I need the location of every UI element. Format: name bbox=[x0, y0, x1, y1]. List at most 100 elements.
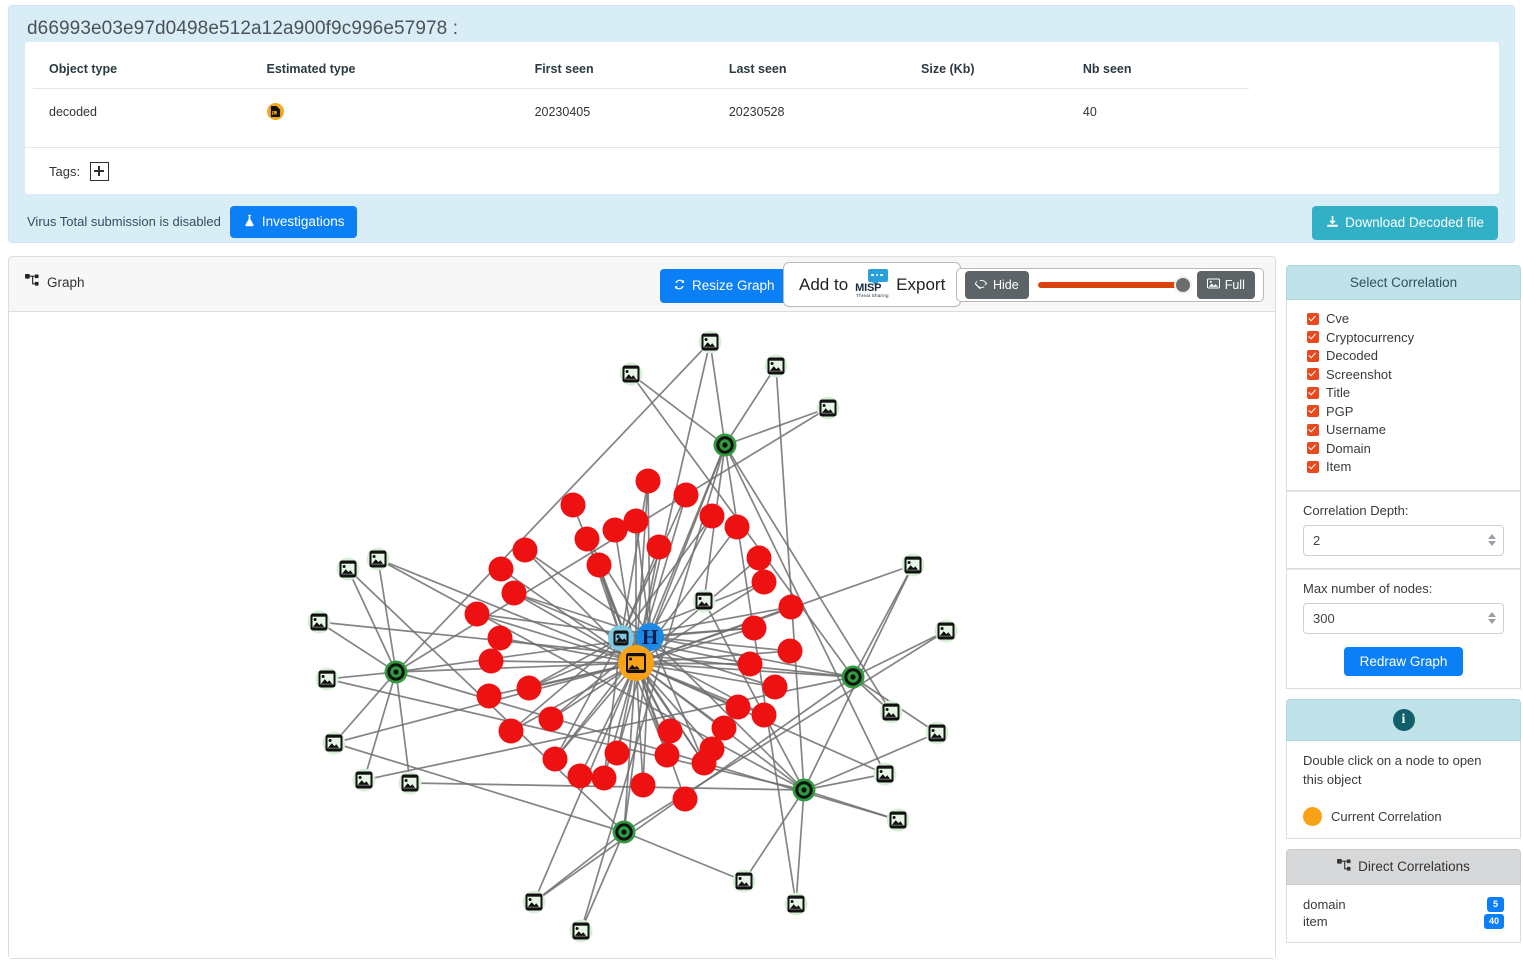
correlation-checkbox-pgp[interactable]: PGP bbox=[1307, 404, 1504, 419]
cell-size bbox=[905, 89, 1067, 135]
col-nb-seen: Nb seen bbox=[1066, 48, 1249, 89]
object-details-card: Object type Estimated type First seen La… bbox=[25, 42, 1499, 194]
redraw-graph-label: Redraw Graph bbox=[1359, 653, 1448, 669]
info-text: Double click on a node to open this obje… bbox=[1303, 753, 1482, 787]
investigations-label: Investigations bbox=[261, 214, 345, 229]
table-row: decoded 20230405 20230528 40 bbox=[33, 89, 1249, 135]
correlation-depth-spinner[interactable] bbox=[1303, 524, 1504, 556]
screenshot-size-controls: Hide Full bbox=[956, 268, 1264, 302]
investigations-button[interactable]: Investigations bbox=[229, 206, 358, 238]
correlation-checkbox-decoded[interactable]: Decoded bbox=[1307, 348, 1504, 363]
tags-label: Tags: bbox=[49, 164, 81, 179]
checkbox-icon[interactable] bbox=[1307, 349, 1319, 362]
misp-logo-tagline: Threat Sharing bbox=[856, 293, 889, 298]
info-card-body: Double click on a node to open this obje… bbox=[1286, 741, 1521, 839]
hide-button[interactable]: Hide bbox=[965, 271, 1029, 299]
checkbox-icon[interactable] bbox=[1307, 460, 1319, 473]
slider-knob[interactable] bbox=[1173, 276, 1192, 294]
virus-total-status: Virus Total submission is disabled bbox=[27, 214, 221, 230]
add-to-label: Add to bbox=[799, 274, 849, 294]
correlation-checkbox-screenshot[interactable]: Screenshot bbox=[1307, 367, 1504, 382]
sitemap-icon bbox=[25, 274, 40, 290]
cell-nb-seen: 40 bbox=[1082, 104, 1097, 119]
file-image-icon bbox=[266, 103, 284, 120]
cell-last-seen: 20230528 bbox=[728, 104, 785, 119]
correlation-label: PGP bbox=[1326, 403, 1354, 419]
col-first-seen: First seen bbox=[518, 48, 713, 89]
screenshot-size-slider[interactable] bbox=[1037, 274, 1192, 296]
resize-graph-button[interactable]: Resize Graph bbox=[660, 269, 788, 303]
direct-correlations-header[interactable]: Direct Correlations bbox=[1286, 848, 1521, 885]
select-correlation-card: Select Correlation Cve Cryptocurrency Deco… bbox=[1286, 265, 1521, 689]
table-header-row: Object type Estimated type First seen La… bbox=[33, 48, 1249, 89]
full-button[interactable]: Full bbox=[1196, 271, 1255, 299]
max-nodes-section: Max number of nodes: Redraw Graph bbox=[1286, 568, 1521, 689]
legend-color-swatch bbox=[1303, 806, 1322, 826]
col-size: Size (Kb) bbox=[905, 48, 1067, 89]
correlation-checkbox-username[interactable]: Username bbox=[1307, 422, 1504, 437]
object-info-panel: d66993e03e97d0498e512a12a900f9c996e57978… bbox=[8, 5, 1515, 243]
checkbox-icon[interactable] bbox=[1307, 331, 1319, 343]
resize-graph-label: Resize Graph bbox=[692, 278, 775, 293]
download-decoded-file-button[interactable]: Download Decoded file bbox=[1312, 206, 1498, 240]
checkbox-icon[interactable] bbox=[1307, 312, 1319, 325]
tags-row: Tags: bbox=[49, 162, 110, 181]
direct-correlation-label: item bbox=[1303, 913, 1328, 929]
refresh-icon bbox=[673, 278, 686, 294]
direct-correlation-count-badge: 40 bbox=[1483, 913, 1504, 929]
direct-correlations-title: Direct Correlations bbox=[1358, 859, 1470, 875]
correlation-label: Cryptocurrency bbox=[1326, 329, 1415, 345]
flask-icon bbox=[243, 214, 256, 230]
misp-logo-icon[interactable]: MISP Threat Sharing bbox=[855, 269, 889, 300]
direct-correlation-row[interactable]: item 40 bbox=[1303, 913, 1504, 930]
info-card: i Double click on a node to open this ob… bbox=[1286, 699, 1521, 839]
misp-export-group: Add to MISP Threat Sharing Export bbox=[783, 262, 962, 307]
graph-title: Graph bbox=[25, 274, 85, 290]
graph-canvas[interactable]: H bbox=[9, 312, 1275, 958]
correlation-depth-label: Correlation Depth: bbox=[1303, 502, 1409, 518]
info-circle-icon: i bbox=[1392, 709, 1415, 731]
max-nodes-spinner[interactable] bbox=[1303, 602, 1504, 634]
correlation-label: Username bbox=[1326, 422, 1386, 437]
plus-square-icon[interactable] bbox=[90, 162, 110, 181]
download-icon bbox=[1326, 215, 1339, 231]
correlation-label: Domain bbox=[1326, 440, 1371, 456]
correlation-graph[interactable]: H bbox=[9, 312, 1275, 958]
checkbox-icon[interactable] bbox=[1307, 423, 1319, 436]
redraw-wrapper: Redraw Graph bbox=[1303, 634, 1504, 676]
full-label: Full bbox=[1224, 277, 1245, 292]
direct-correlations-list: domain 5 item 40 bbox=[1286, 884, 1521, 943]
sitemap-icon bbox=[1337, 858, 1352, 875]
checkbox-icon[interactable] bbox=[1307, 386, 1319, 399]
max-nodes-label: Max number of nodes: bbox=[1303, 580, 1433, 596]
correlation-checkbox-cryptocurrency[interactable]: Cryptocurrency bbox=[1307, 330, 1504, 345]
correlation-checkbox-list: Cve Cryptocurrency Decoded Screenshot Title P… bbox=[1286, 300, 1521, 491]
checkbox-icon[interactable] bbox=[1307, 368, 1319, 380]
correlation-label: Cve bbox=[1326, 311, 1350, 326]
correlation-checkbox-item[interactable]: Item bbox=[1307, 459, 1504, 474]
correlation-label: Decoded bbox=[1326, 348, 1379, 363]
checkbox-icon[interactable] bbox=[1307, 442, 1319, 454]
checkbox-icon[interactable] bbox=[1307, 405, 1319, 417]
correlation-checkbox-domain[interactable]: Domain bbox=[1307, 441, 1504, 456]
hide-label: Hide bbox=[993, 277, 1019, 292]
cell-first-seen: 20230405 bbox=[534, 104, 591, 119]
select-correlation-title: Select Correlation bbox=[1286, 265, 1521, 300]
right-sidebar: Select Correlation Cve Cryptocurrency Deco… bbox=[1286, 265, 1521, 943]
correlation-checkbox-cve[interactable]: Cve bbox=[1307, 311, 1504, 326]
correlation-label: Screenshot bbox=[1326, 366, 1392, 382]
correlation-checkbox-title[interactable]: Title bbox=[1307, 385, 1504, 400]
direct-correlations-card: Direct Correlations domain 5 item 40 bbox=[1286, 848, 1521, 943]
correlation-depth-input[interactable] bbox=[1303, 524, 1504, 556]
object-table: Object type Estimated type First seen La… bbox=[33, 48, 1249, 134]
direct-correlation-row[interactable]: domain 5 bbox=[1303, 896, 1504, 913]
divider bbox=[25, 147, 1499, 148]
correlation-label: Item bbox=[1326, 459, 1352, 474]
redraw-graph-button[interactable]: Redraw Graph bbox=[1343, 646, 1464, 676]
export-button[interactable]: Export bbox=[891, 275, 950, 295]
correlation-label: Title bbox=[1326, 385, 1351, 400]
max-nodes-input[interactable] bbox=[1303, 602, 1504, 634]
cell-object-type: decoded bbox=[49, 104, 97, 119]
image-icon bbox=[1206, 278, 1220, 292]
eye-slash-icon bbox=[971, 278, 988, 292]
